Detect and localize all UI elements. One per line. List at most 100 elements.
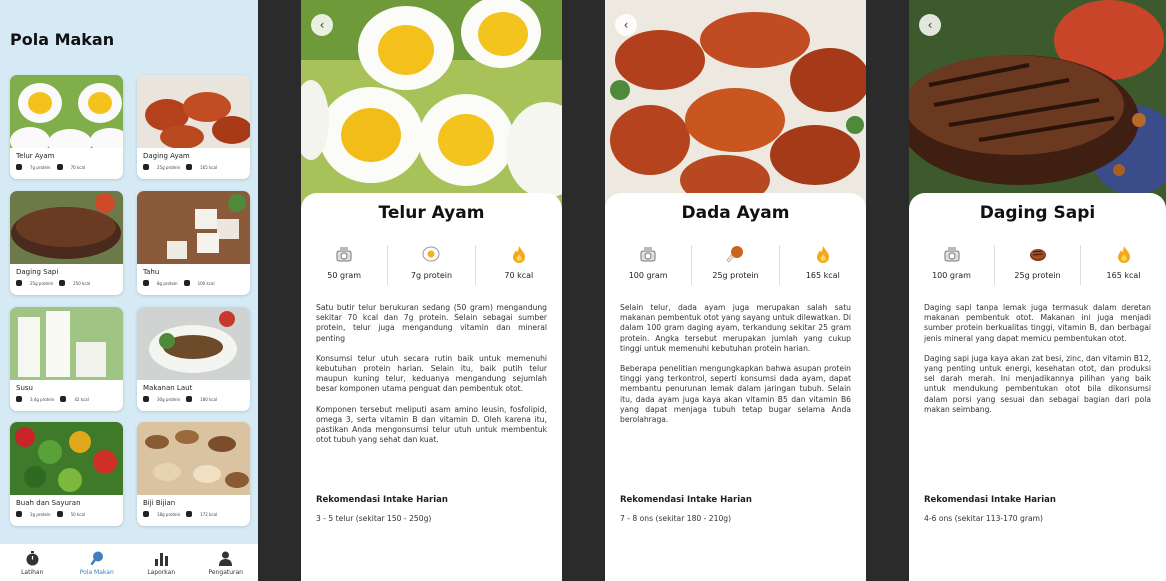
food-card-tahu[interactable]: Tahu 8g protein 100 kcal <box>137 191 250 295</box>
kcal-value: 180 kcal <box>200 396 218 402</box>
weight-value: 100 gram <box>628 271 668 280</box>
stat-kcal: 165 kcal <box>1080 245 1166 285</box>
kcal-value: 165 kcal <box>1106 271 1141 280</box>
steak-icon <box>1029 249 1046 261</box>
protein-icon <box>16 396 22 402</box>
back-button[interactable]: ‹ <box>919 14 941 36</box>
recommendation-text: 3 - 5 telur (sekitar 150 - 250g) <box>316 514 432 523</box>
protein-icon <box>16 280 22 286</box>
nav-item-latihan[interactable]: Latihan <box>7 551 57 576</box>
description-paragraph: Daging sapi juga kaya akan zat besi, zin… <box>924 353 1151 414</box>
diet-list-screen: Pola Makan Telur Ayam 7g protein 70 kcal … <box>0 0 258 581</box>
protein-icon <box>143 396 149 402</box>
protein-value: 25g protein <box>157 164 181 170</box>
flame-icon <box>56 164 63 170</box>
nav-label: Laporkan <box>147 569 176 576</box>
recommendation-text: 4-6 ons (sekitar 113-170 gram) <box>924 514 1044 523</box>
scale-icon <box>944 247 959 262</box>
food-card-daging-sapi[interactable]: Daging Sapi 25g protein 250 kcal <box>10 191 123 295</box>
food-card-telur-ayam[interactable]: Telur Ayam 7g protein 70 kcal <box>10 75 123 179</box>
scale-icon <box>640 247 656 262</box>
food-name: Daging Ayam <box>143 152 190 160</box>
kcal-value: 100 kcal <box>197 280 215 286</box>
protein-icon <box>143 511 149 517</box>
detail-sheet: Telur Ayam 50 gram 7g protein 70 kcal Sa… <box>301 193 562 581</box>
flame-icon <box>183 280 190 286</box>
food-card-makanan-laut[interactable]: Makanan Laut 30g protein 180 kcal <box>137 307 250 411</box>
food-card-susu[interactable]: Susu 3,4g protein 42 kcal <box>10 307 123 411</box>
bottom-nav: Latihan Pola Makan Laporkan Pengaturan <box>0 544 258 581</box>
food-card-daging-ayam[interactable]: Daging Ayam 25g protein 165 kcal <box>137 75 250 179</box>
protein-value: 25g protein <box>1014 271 1061 280</box>
description-paragraph: Konsumsi telur utuh secara rutin baik un… <box>316 353 547 394</box>
description: Daging sapi tanpa lemak juga termasuk da… <box>924 303 1151 425</box>
description-paragraph: Beberapa penelitian mengungkapkan bahwa … <box>620 364 851 425</box>
flame-icon <box>186 511 193 517</box>
stat-weight: 100 gram <box>909 245 994 285</box>
description-paragraph: Daging sapi tanpa lemak juga termasuk da… <box>924 303 1151 343</box>
flame-icon <box>816 246 829 263</box>
description: Satu butir telur berukuran sedang (50 gr… <box>316 303 547 455</box>
food-name: Buah dan Sayuran <box>16 499 81 507</box>
stopwatch-icon <box>26 551 39 566</box>
protein-value: 7g protein <box>410 271 453 280</box>
recommendation-text: 7 - 8 ons (sekitar 180 - 210g) <box>620 514 732 523</box>
description-paragraph: Satu butir telur berukuran sedang (50 gr… <box>316 303 547 343</box>
steak-image <box>10 191 123 264</box>
protein-value: 30g protein <box>157 396 181 402</box>
protein-icon <box>143 164 149 170</box>
steak-hero-image <box>909 0 1166 212</box>
fried-egg-icon <box>422 246 440 262</box>
detail-title: Telur Ayam <box>378 203 485 223</box>
food-card-buah-dan-sayuran[interactable]: Buah dan Sayuran 1g protein 50 kcal <box>10 422 123 526</box>
nav-item-pola-makan[interactable]: Pola Makan <box>72 551 122 576</box>
recommendation-title: Rekomendasi Intake Harian <box>620 495 752 505</box>
protein-value: 7g protein <box>30 164 51 170</box>
back-button[interactable]: ‹ <box>615 14 637 36</box>
nav-label: Pengaturan <box>208 569 244 576</box>
eggs-image <box>10 75 123 148</box>
user-icon <box>219 551 233 566</box>
stat-weight: 100 gram <box>605 245 691 285</box>
chicken-image <box>137 75 250 148</box>
nutrition-stats: 100 gram 25g protein 165 kcal <box>605 245 866 285</box>
chicken-hero-image <box>605 0 866 212</box>
food-name: Tahu <box>143 268 160 276</box>
detail-sheet: Dada Ayam 100 gram 25g protein 165 kcal … <box>605 193 866 581</box>
nav-item-pengaturan[interactable]: Pengaturan <box>201 551 251 576</box>
flame-icon <box>1117 246 1130 263</box>
stat-protein: 25g protein <box>994 245 1080 285</box>
flame-icon <box>186 164 193 170</box>
back-button[interactable]: ‹ <box>311 14 333 36</box>
milk-image <box>10 307 123 380</box>
tofu-image <box>137 191 250 264</box>
flame-icon <box>186 396 193 402</box>
drumstick-icon <box>90 551 104 566</box>
protein-icon <box>143 280 149 286</box>
detail-screen-dada-ayam: ‹ Dada Ayam 100 gram 25g protein 165 kca… <box>605 0 866 581</box>
protein-value: 8g protein <box>157 280 178 286</box>
vegetables-image <box>10 422 123 495</box>
food-name: Makanan Laut <box>143 384 193 392</box>
nav-item-laporkan[interactable]: Laporkan <box>136 551 186 576</box>
stat-protein: 7g protein <box>387 245 474 285</box>
food-name: Biji Bijian <box>143 499 176 507</box>
nutrition-stats: 100 gram 25g protein 165 kcal <box>909 245 1166 285</box>
protein-value: 25g protein <box>712 271 759 280</box>
kcal-value: 165 kcal <box>200 164 218 170</box>
kcal-value: 172 kcal <box>200 511 218 517</box>
nav-label: Latihan <box>21 569 44 576</box>
detail-title: Dada Ayam <box>681 203 790 223</box>
seafood-image <box>137 307 250 380</box>
protein-icon <box>16 164 22 170</box>
weight-value: 100 gram <box>932 271 971 280</box>
stat-weight: 50 gram <box>301 245 387 285</box>
food-card-biji-bijian[interactable]: Biji Bijian 18g protein 172 kcal <box>137 422 250 526</box>
food-name: Susu <box>16 384 33 392</box>
drumstick-icon <box>726 246 744 263</box>
stat-protein: 25g protein <box>691 245 778 285</box>
chevron-left-icon: ‹ <box>319 18 325 32</box>
food-name: Telur Ayam <box>16 152 55 160</box>
kcal-value: 165 kcal <box>805 271 840 280</box>
protein-value: 1g protein <box>30 511 51 517</box>
